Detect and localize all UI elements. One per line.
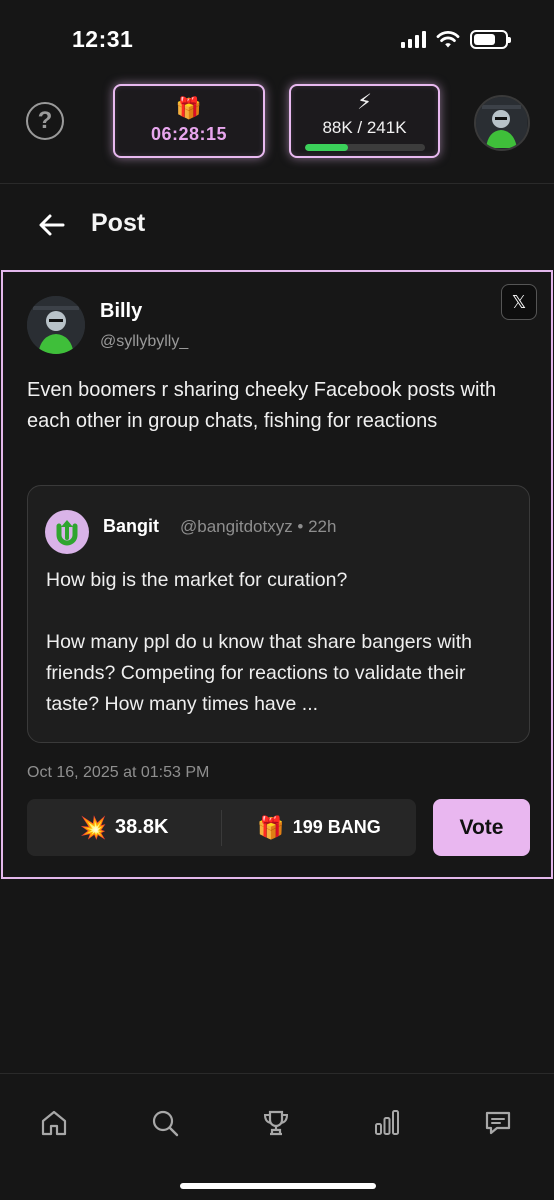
- trophy-icon: [263, 1110, 289, 1136]
- reactions-stat[interactable]: 💥 38.8K: [27, 799, 221, 856]
- home-icon: [41, 1110, 67, 1136]
- signal-icon: [401, 31, 426, 48]
- status-bar: 12:31: [0, 0, 554, 80]
- author-avatar[interactable]: [27, 296, 85, 354]
- gift-icon: 🎁: [175, 96, 203, 120]
- gift-icon: 🎁: [257, 814, 285, 840]
- x-logo-icon[interactable]: 𝕏: [501, 284, 537, 320]
- quote-text: How big is the market for curation? How …: [46, 565, 516, 720]
- bottom-nav: [0, 1073, 554, 1200]
- nav-leaderboard[interactable]: [259, 1106, 293, 1140]
- post-card: Billy @syllybylly_ 𝕏 Even boomers r shar…: [1, 270, 553, 879]
- status-icons: [401, 30, 511, 49]
- reactions-count: 38.8K: [115, 816, 169, 838]
- wifi-icon: [436, 30, 460, 47]
- author-name[interactable]: Billy: [100, 300, 142, 323]
- status-time: 12:31: [72, 26, 134, 52]
- home-indicator: [180, 1183, 376, 1189]
- energy-pill[interactable]: ⚡ 88K / 241K: [289, 84, 440, 158]
- profile-avatar[interactable]: [474, 95, 530, 151]
- battery-icon: [470, 30, 511, 49]
- vote-button[interactable]: Vote: [433, 799, 530, 856]
- reward-stat[interactable]: 🎁 199 BANG: [222, 799, 416, 856]
- reward-amount: 199 BANG: [292, 817, 381, 837]
- energy-progress-fill: [304, 143, 349, 151]
- quote-text-line2: How many ppl do u know that share banger…: [46, 631, 472, 715]
- bar-chart-icon: [375, 1110, 399, 1135]
- quoted-post[interactable]: Bangit @bangitdotxyz • 22h How big is th…: [27, 485, 530, 743]
- chat-icon: [485, 1111, 511, 1135]
- post-text: Even boomers r sharing cheeky Facebook p…: [27, 379, 497, 432]
- help-button[interactable]: ?: [26, 102, 64, 140]
- nav-search[interactable]: [148, 1106, 182, 1140]
- bangit-logo-icon: [45, 510, 89, 554]
- energy-progress-bar: [304, 143, 425, 151]
- page-title: Post: [91, 209, 146, 237]
- search-icon: [152, 1110, 179, 1137]
- author-handle[interactable]: @syllybylly_: [100, 333, 188, 351]
- timer-text: 06:28:15: [150, 123, 228, 144]
- nav-stats[interactable]: [370, 1106, 404, 1140]
- timer-pill[interactable]: 🎁 06:28:15: [113, 84, 265, 158]
- energy-text: 88K / 241K: [322, 117, 407, 137]
- lightning-icon: ⚡: [357, 90, 372, 114]
- explosion-icon: 💥: [79, 814, 108, 840]
- quote-author-name: Bangit: [103, 516, 159, 536]
- nav-home[interactable]: [37, 1106, 71, 1140]
- top-header: ? 🎁 06:28:15 ⚡ 88K / 241K: [0, 80, 554, 184]
- quote-meta: @bangitdotxyz • 22h: [180, 517, 337, 536]
- post-date: Oct 16, 2025 at 01:53 PM: [27, 764, 210, 781]
- nav-messages[interactable]: [481, 1106, 515, 1140]
- page-header: Post: [0, 185, 554, 269]
- quote-text-line1: How big is the market for curation?: [46, 569, 348, 591]
- back-arrow-icon[interactable]: [36, 209, 68, 241]
- stats-bar: 💥 38.8K 🎁 199 BANG: [27, 799, 416, 856]
